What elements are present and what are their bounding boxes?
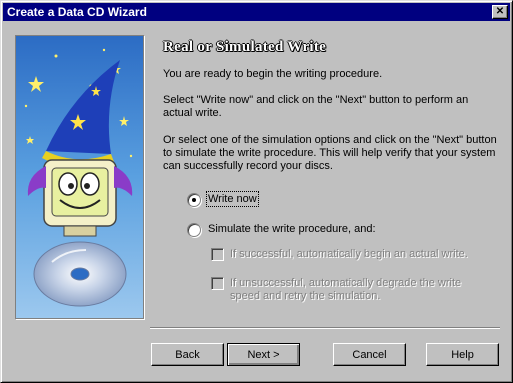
radio-simulate-label[interactable]: Simulate the write procedure, and: [208,223,376,235]
radio-selected-dot [192,198,196,202]
close-button[interactable]: ✕ [492,5,508,19]
back-button-label: Back [175,349,200,361]
checkbox-degrade-retry[interactable]: If unsuccessful, automatically degrade t… [211,277,491,303]
wizard-illustration [15,35,144,319]
checkbox-auto-write[interactable]: If successful, automatically begin an ac… [211,248,491,261]
radio-write-now-label[interactable]: Write now [206,191,259,207]
radio-simulate-circle[interactable] [187,223,201,237]
wizard-window: Create a Data CD Wizard ✕ Real or Simula… [0,0,513,383]
wizard-cd-illustration [16,36,143,318]
page-heading: Real or Simulated Write [163,39,327,55]
next-button[interactable]: Next > [227,343,300,366]
cancel-button[interactable]: Cancel [333,343,406,366]
next-button-label: Next > [247,349,280,361]
checkbox-auto-write-label[interactable]: If successful, automatically begin an ac… [230,248,468,260]
checkbox-degrade-retry-box[interactable] [211,277,224,290]
button-separator [150,327,500,329]
close-icon: ✕ [495,6,505,17]
radio-write-now[interactable]: Write now [187,191,259,207]
radio-write-now-circle[interactable] [187,193,201,207]
help-button-label: Help [451,349,474,361]
simulate-instructions: Or select one of the simulation options … [163,134,497,172]
help-button[interactable]: Help [426,343,499,366]
checkbox-auto-write-box[interactable] [211,248,224,261]
checkbox-degrade-retry-label[interactable]: If unsuccessful, automatically degrade t… [230,277,491,303]
write-now-instructions: Select "Write now" and click on the "Nex… [163,94,469,119]
title-bar[interactable]: Create a Data CD Wizard ✕ [3,3,510,21]
radio-simulate[interactable]: Simulate the write procedure, and: [187,223,376,237]
back-button[interactable]: Back [151,343,224,366]
intro-text: You are ready to begin the writing proce… [163,68,383,80]
cancel-button-label: Cancel [352,349,387,361]
window-title: Create a Data CD Wizard [7,5,147,19]
